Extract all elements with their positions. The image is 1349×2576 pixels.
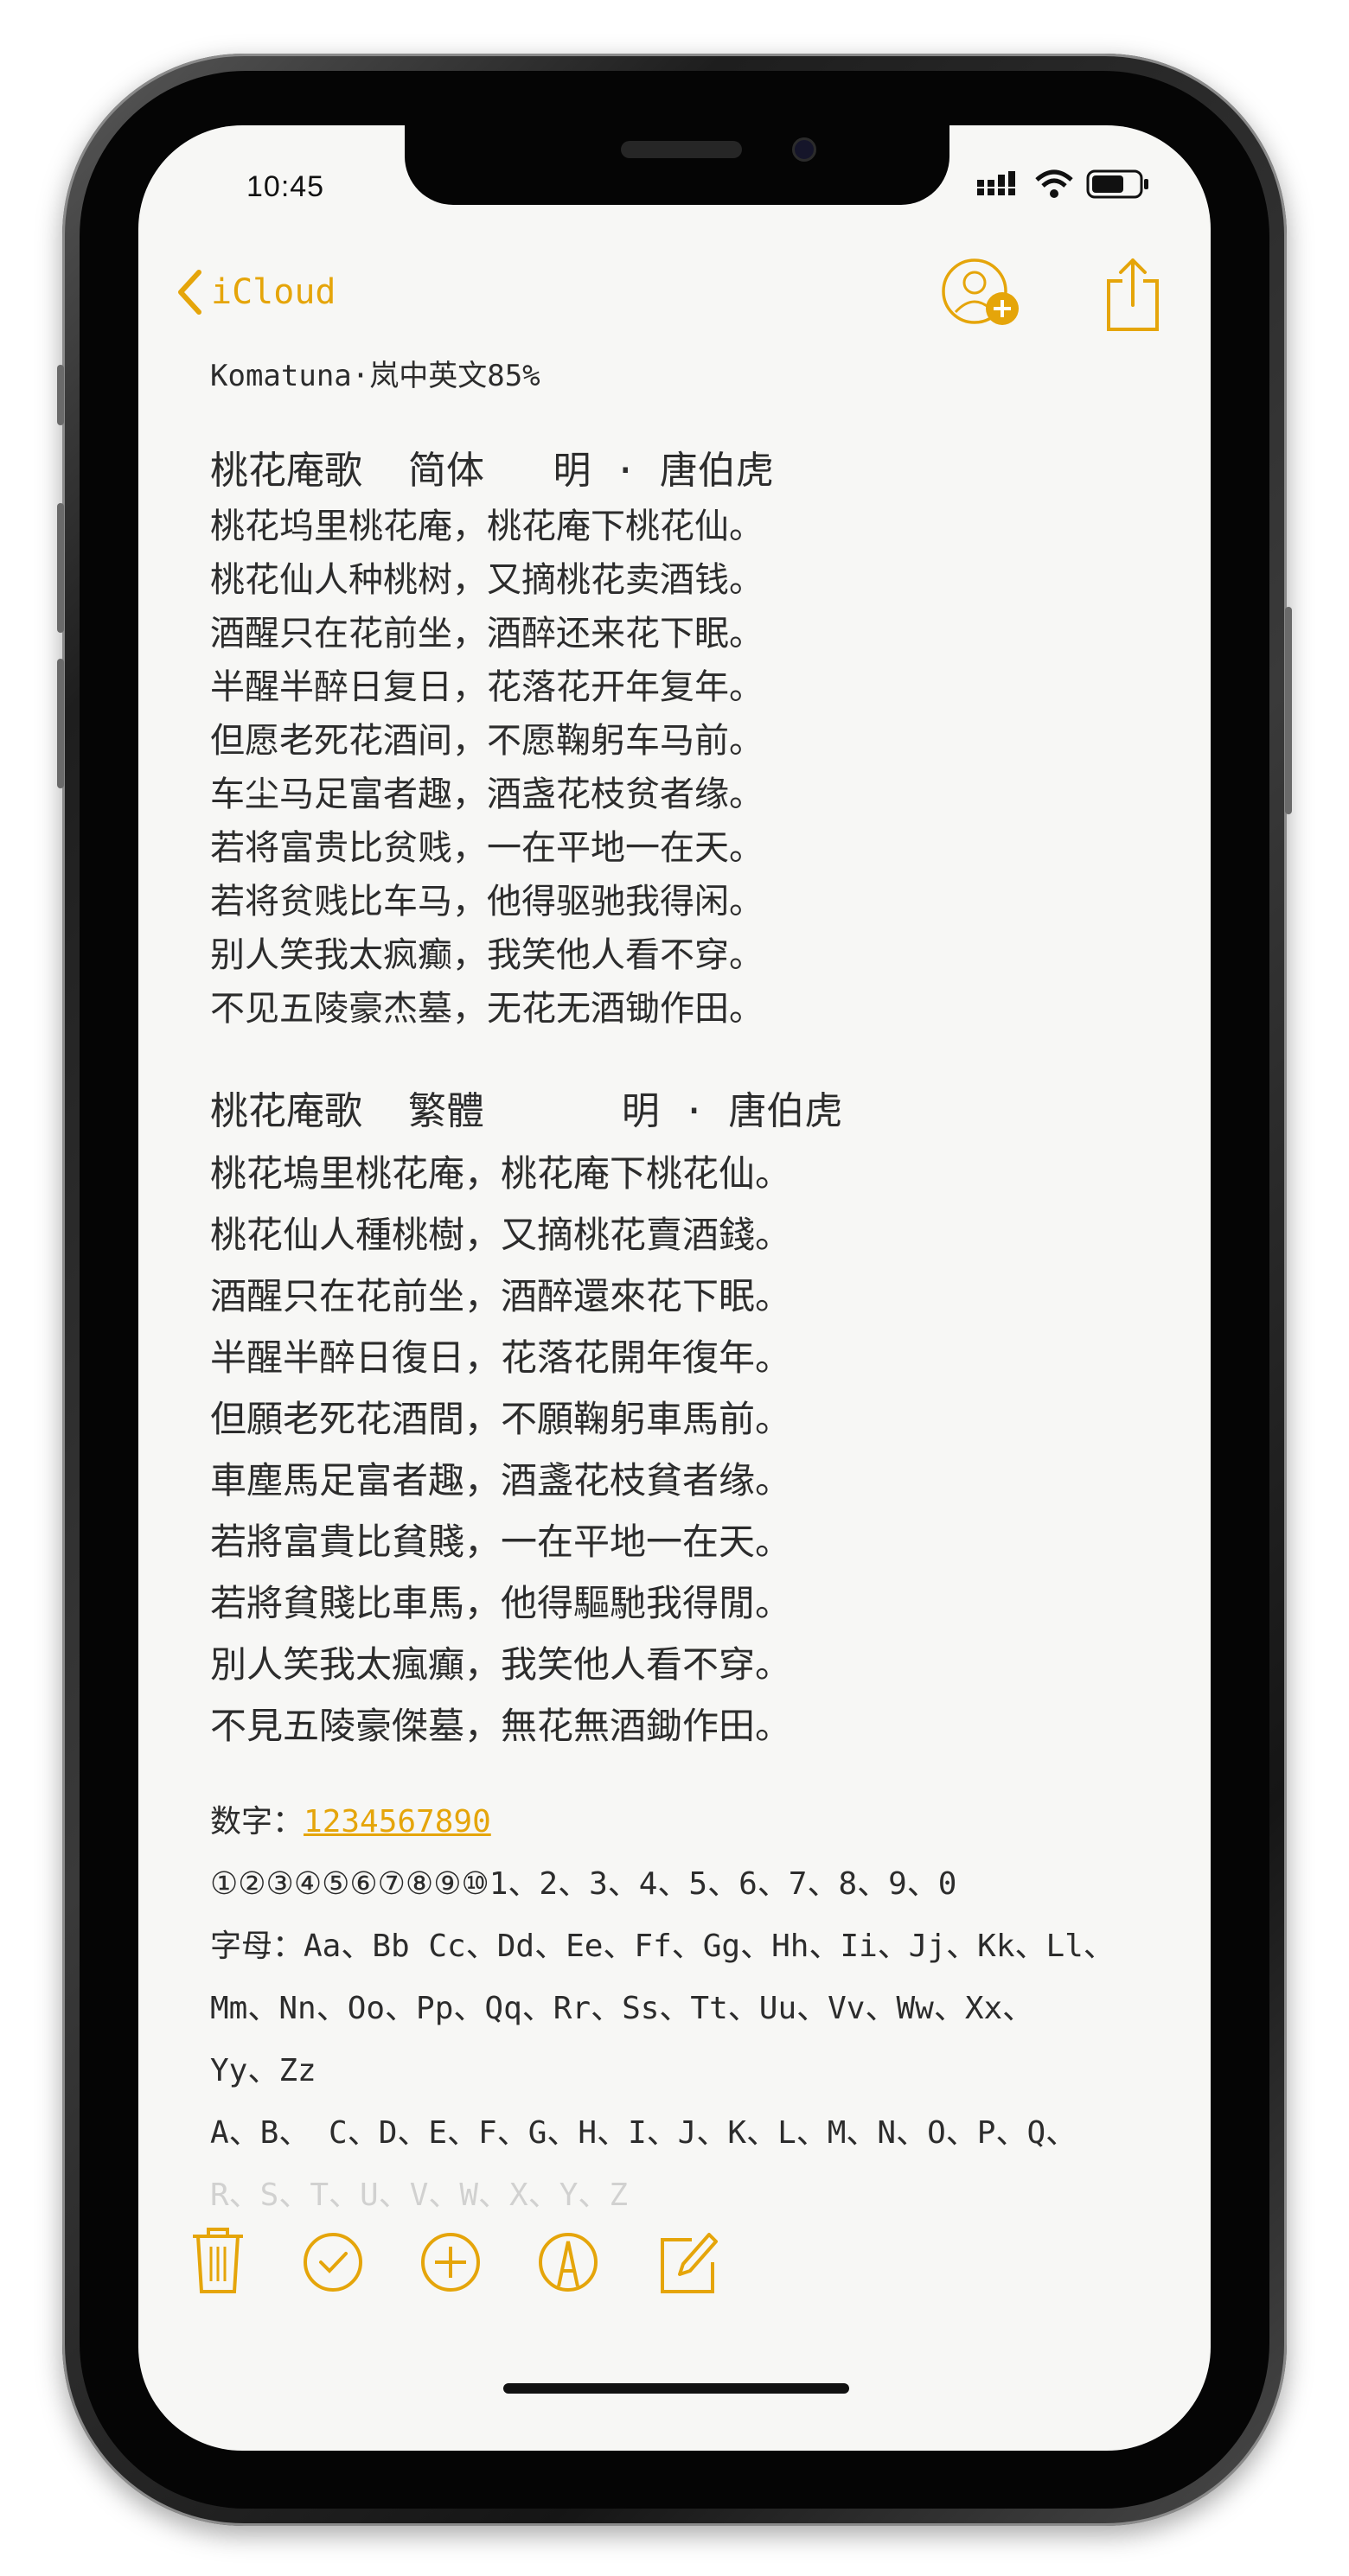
digits-link[interactable]: 1234567890	[304, 1804, 491, 1840]
poem-line: 酒醒只在花前坐，酒醉还来花下眠。	[210, 614, 764, 654]
poem-line: 不見五陵豪傑墓，無花無酒鋤作田。	[210, 1705, 792, 1747]
wifi-icon	[1035, 169, 1073, 198]
poem-line: 若將富貴比貧賤，一在平地一在天。	[210, 1521, 792, 1563]
share-icon[interactable]	[1105, 255, 1160, 333]
poem-title: 桃花庵歌 繁體 明 · 唐伯虎	[210, 1089, 843, 1133]
digits-line: 数字：1234567890	[210, 1791, 1161, 1853]
poem-line: 別人笑我太瘋癲，我笑他人看不穿。	[210, 1643, 792, 1686]
bottom-toolbar	[138, 2226, 1211, 2312]
speaker	[621, 141, 742, 158]
poem-line: 若将富贵比贫贱，一在平地一在天。	[210, 828, 764, 868]
add-icon[interactable]	[420, 2226, 481, 2295]
nav-actions	[940, 255, 1160, 333]
poem-line: 别人笑我太疯癫，我笑他人看不穿。	[210, 935, 764, 975]
character-samples: 数字：1234567890 ①②③④⑤⑥⑦⑧⑨⑩1、2、3、4、5、6、7、8、…	[210, 1791, 1161, 2227]
back-button-label: iCloud	[211, 272, 336, 312]
poem-line: 桃花仙人種桃樹，又摘桃花賣酒錢。	[210, 1214, 792, 1256]
letters-line: Mm、Nn、Oo、Pp、Qq、Rr、Ss、Tt、Uu、Vv、Ww、Xx、	[210, 1991, 1034, 2026]
poem-line: 半醒半醉日復日，花落花開年復年。	[210, 1336, 792, 1379]
status-time: 10:45	[246, 170, 325, 203]
volume-up-button	[57, 503, 64, 633]
notch	[405, 125, 949, 205]
poem-line: 桃花坞里桃花庵，桃花庵下桃花仙。	[210, 507, 764, 546]
poem-line: 但願老死花酒間，不願鞠躬車馬前。	[210, 1398, 792, 1440]
mute-switch	[57, 365, 64, 425]
notes-screen: 10:45 iCloud Komatuna·岚中英文85% 桃花庵歌 简体 明 …	[138, 125, 1211, 2451]
poem-line: 半醒半醉日复日，花落花开年复年。	[210, 667, 764, 707]
poem-line: 若将贫贱比车马，他得驱驰我得闲。	[210, 882, 764, 921]
poem-line: 车尘马足富者趣，酒盏花枝贫者缘。	[210, 775, 764, 814]
font-info-line: Komatuna·岚中英文85%	[210, 359, 540, 393]
chevron-left-icon	[178, 270, 201, 315]
battery-icon	[1086, 169, 1148, 199]
poem-line: 但愿老死花酒间，不愿鞠躬车马前。	[210, 721, 764, 761]
poem-traditional: 桃花庵歌 繁體 明 · 唐伯虎 桃花塢里桃花庵，桃花庵下桃花仙。 桃花仙人種桃樹…	[210, 1081, 1161, 1757]
poem-line: 若將貧賤比車馬，他得驅馳我得閒。	[210, 1582, 792, 1624]
volume-down-button	[57, 659, 64, 788]
poem-line: 酒醒只在花前坐，酒醉還來花下眠。	[210, 1275, 792, 1317]
uppercase-line: A、B、 C、D、E、F、G、H、I、J、K、L、M、N、O、P、Q、	[210, 2115, 1077, 2151]
uppercase-line-faded: R、S、T、U、V、W、X、Y、Z	[210, 2177, 629, 2213]
poem-line: 不见五陵豪杰墓，无花无酒锄作田。	[210, 989, 764, 1029]
add-person-icon[interactable]	[940, 257, 1023, 331]
status-bar-icons	[977, 169, 1150, 200]
letters-line: Yy、Zz	[210, 2053, 316, 2088]
front-camera	[792, 137, 816, 162]
poem-line: 車塵馬足富者趣，酒盞花枝貧者缘。	[210, 1459, 792, 1502]
digits-label: 数字：	[210, 1804, 304, 1840]
poem-line: 桃花仙人种桃树，又摘桃花卖酒钱。	[210, 560, 764, 600]
circled-digits-line: ①②③④⑤⑥⑦⑧⑨⑩1、2、3、4、5、6、7、8、9、0	[210, 1866, 957, 1902]
poem-simplified: 桃花庵歌 简体 明 · 唐伯虎 桃花坞里桃花庵，桃花庵下桃花仙。 桃花仙人种桃树…	[210, 443, 1161, 1036]
power-button	[1285, 607, 1292, 814]
cellular-signal-icon	[977, 171, 1015, 195]
back-button[interactable]: iCloud	[176, 269, 336, 316]
note-body[interactable]: Komatuna·岚中英文85% 桃花庵歌 简体 明 · 唐伯虎 桃花坞里桃花庵…	[210, 354, 1161, 2227]
checklist-icon[interactable]	[303, 2226, 363, 2295]
trash-icon[interactable]	[188, 2226, 248, 2295]
letters-line: 字母：Aa、Bb Cc、Dd、Ee、Ff、Gg、Hh、Ii、Jj、Kk、Ll、	[210, 1929, 1115, 1964]
home-indicator[interactable]	[503, 2383, 849, 2394]
markup-icon[interactable]	[538, 2226, 598, 2295]
poem-line: 桃花塢里桃花庵，桃花庵下桃花仙。	[210, 1152, 792, 1195]
compose-icon[interactable]	[657, 2226, 718, 2295]
poem-title: 桃花庵歌 简体 明 · 唐伯虎	[210, 449, 774, 493]
